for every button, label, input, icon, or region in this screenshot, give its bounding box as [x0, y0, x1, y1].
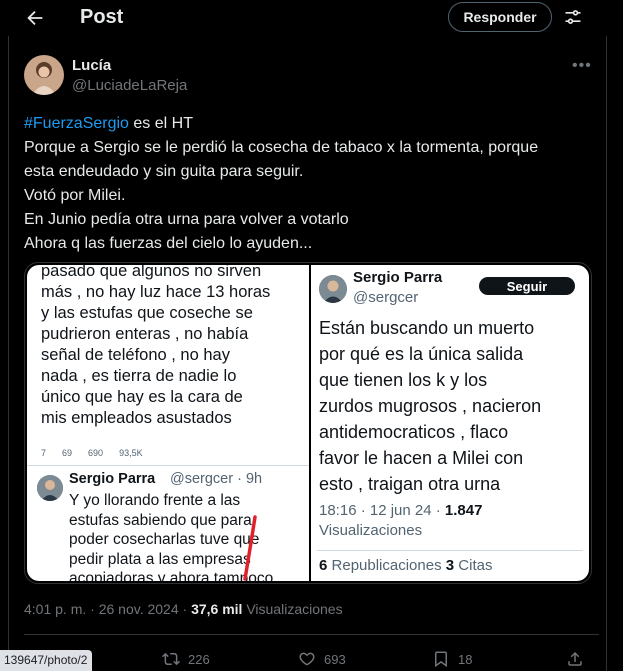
tweet-line-5: En Junio pedía otra urna para volver a v…	[24, 211, 349, 228]
red-annotation-mark	[243, 515, 257, 581]
left-reply-line: Y yo llorando frente a las	[69, 492, 241, 509]
right-text-line: antidemocraticos , flaco	[319, 422, 509, 442]
repost-button[interactable]: 226	[162, 650, 210, 668]
right-avatar	[319, 275, 347, 303]
tweet-line-3: esta endeudado y sin guita para seguir.	[24, 163, 304, 180]
status-url: 139647/photo/2	[0, 650, 92, 671]
like-button[interactable]: 693	[298, 650, 346, 668]
tweet-line-1: es el HT	[128, 115, 193, 132]
left-reply-line: acopiadoras y ahora tampoco	[69, 570, 274, 581]
media-image[interactable]: pasado que algunos no sirven más , no ha…	[24, 262, 592, 584]
frame-border-right	[606, 36, 607, 671]
right-meta-time: 18:16 · 12 jun 24 ·	[319, 502, 445, 519]
screenshot-right: Sergio Parra @sergcer Seguir Están busca…	[311, 265, 589, 581]
left-stats-row: 7 69 690 93,5K	[41, 448, 303, 458]
left-text-line: nada , es tierra de nadie lo	[41, 367, 237, 385]
right-meta-views-count: 1.847	[444, 502, 483, 519]
bookmark-button[interactable]: 18	[432, 650, 472, 668]
follow-button: Seguir	[479, 277, 575, 295]
share-button[interactable]	[566, 650, 584, 668]
author-name[interactable]: Lucía	[72, 57, 111, 74]
bookmark-icon	[435, 651, 447, 668]
right-reposts-label: Republicaciones	[331, 557, 442, 574]
right-text-line: esto , traigan otra urna	[319, 474, 501, 494]
post-time[interactable]: 4:01 p. m. · 26 nov. 2024 ·	[24, 601, 191, 617]
left-text-line: más , no hay luz hace 13 horas	[41, 283, 271, 301]
left-divider	[27, 465, 309, 466]
share-icon	[568, 651, 582, 666]
right-text-line: favor le hacen a Milei con	[319, 448, 524, 468]
right-quotes-label: Citas	[458, 557, 493, 574]
repost-icon	[162, 652, 180, 666]
left-stat-views: 93,5K	[119, 448, 143, 458]
right-quotes-count: 3	[445, 557, 455, 574]
left-reply-text: Y yo llorando frente a las estufas sabie…	[69, 491, 309, 581]
heart-icon	[299, 652, 315, 666]
repost-count: 226	[188, 651, 210, 667]
right-stats-row: 6 Republicaciones 3 Citas	[319, 557, 492, 574]
right-text-line: por qué es la única salida	[319, 344, 524, 364]
left-reply-line: pedir plata a las empresas	[69, 550, 251, 568]
views-label: Visualizaciones	[242, 601, 343, 617]
frame-border-left	[8, 36, 9, 671]
views-count: 37,6 mil	[191, 601, 243, 617]
left-stat-reposts: 69	[62, 448, 73, 458]
left-text-line: y las estufas que coseche se	[41, 304, 253, 322]
left-stat-replies: 7	[41, 448, 47, 458]
right-text-line: que tienen los k y los	[319, 370, 488, 390]
author-handle[interactable]: @LuciadeLaReja	[72, 77, 187, 94]
more-horizontal-icon[interactable]: •••	[572, 57, 592, 75]
right-text-line: zurdos mugrosos , nacieron	[319, 396, 542, 416]
right-author-handle: @sergcer	[353, 289, 419, 306]
left-reply-name: Sergio Parra	[69, 471, 156, 487]
top-bar: Post Responder	[0, 0, 623, 36]
hashtag-link[interactable]: #FuerzaSergio	[24, 115, 129, 132]
arrow-left-icon[interactable]	[24, 7, 46, 29]
screenshot-left: pasado que algunos no sirven más , no ha…	[27, 265, 309, 581]
tweet-line-4: Votó por Milei.	[24, 187, 126, 204]
tweet-line-2: Porque a Sergio se le perdió la cosecha …	[24, 139, 539, 156]
actions-divider	[24, 634, 599, 635]
right-tweet-text: Están buscando un muerto por qué es la ú…	[319, 315, 585, 497]
right-author-name: Sergio Parra	[353, 269, 443, 286]
right-tweet-meta: 18:16 · 12 jun 24 · 1.847 Visualizacione…	[319, 501, 585, 541]
left-text-line: mis empleados asustados	[41, 409, 232, 427]
right-text-line: Están buscando un muerto	[319, 318, 535, 338]
right-divider	[317, 550, 583, 551]
bookmark-count: 18	[458, 651, 473, 667]
left-reply-line: poder cosecharlas tuve que	[69, 531, 260, 548]
right-reposts-count: 6	[319, 557, 328, 574]
left-reply-avatar	[37, 475, 63, 501]
left-text-line: pudrieron enteras , no había	[41, 325, 249, 343]
action-bar: 226 693 18	[0, 648, 623, 671]
post-timestamp: 4:01 p. m. · 26 nov. 2024 · 37,6 mil Vis…	[24, 601, 343, 617]
sliders-icon[interactable]	[563, 7, 583, 27]
page-title: Post	[80, 6, 124, 28]
right-meta-views-label: Visualizaciones	[319, 522, 423, 539]
left-text-line: señal de teléfono , no hay	[41, 346, 230, 364]
reply-button[interactable]: Responder	[448, 2, 552, 32]
tweet-text: #FuerzaSergio es el HT Porque a Sergio s…	[24, 112, 599, 256]
left-text-line: pasado que algunos no sirven	[41, 265, 262, 280]
left-text-line: único que hay es la cara de	[41, 388, 243, 406]
tweet-line-6: Ahora q las fuerzas del cielo lo ayuden.…	[24, 235, 313, 252]
left-stat-likes: 690	[88, 448, 104, 458]
avatar[interactable]	[24, 55, 64, 95]
like-count: 693	[324, 651, 346, 667]
left-reply-line: estufas sabiendo que para	[69, 511, 252, 529]
left-reply-handle: @sergcer · 9h	[170, 471, 263, 487]
left-screenshot-text: pasado que algunos no sirven más , no ha…	[41, 265, 309, 429]
